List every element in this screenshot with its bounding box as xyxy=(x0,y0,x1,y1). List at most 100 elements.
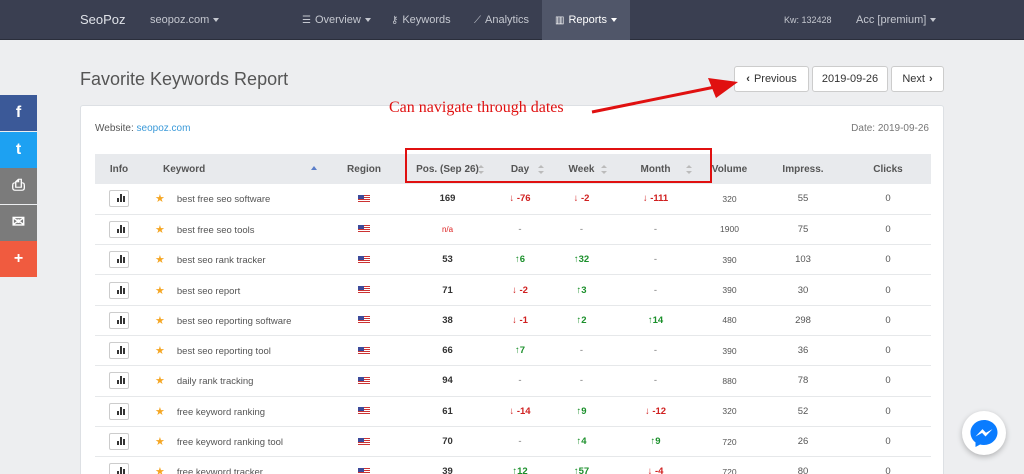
column-header[interactable]: Week xyxy=(550,154,613,184)
column-header[interactable]: Day xyxy=(490,154,550,184)
column-header[interactable]: Clicks xyxy=(845,154,931,184)
messenger-chat-button[interactable] xyxy=(962,411,1006,455)
clicks-cell: 0 xyxy=(845,274,931,306)
star-icon[interactable]: ★ xyxy=(155,345,165,357)
nav-reports[interactable]: ▥ Reports xyxy=(542,0,630,40)
star-icon[interactable]: ★ xyxy=(155,285,165,297)
star-icon[interactable]: ★ xyxy=(155,375,165,387)
us-flag-icon xyxy=(358,194,370,203)
chart-info-button[interactable] xyxy=(109,311,129,329)
star-icon[interactable]: ★ xyxy=(155,436,165,448)
website-link[interactable]: seopoz.com xyxy=(137,123,191,134)
chart-info-button[interactable] xyxy=(109,190,129,208)
print-share-button[interactable]: ⎙ xyxy=(0,168,37,204)
annotation-arrow-icon xyxy=(591,78,738,114)
star-icon[interactable]: ★ xyxy=(155,224,165,236)
chart-info-button[interactable] xyxy=(109,433,129,451)
table-row: ★ free keyword ranking tool 70 - ↑4 ↑9 720 26 0 xyxy=(95,426,931,458)
info-cell xyxy=(95,365,143,397)
keyword-count: Kw: 132428 xyxy=(784,15,832,25)
site-selector[interactable]: seopoz.com xyxy=(150,0,220,40)
info-cell xyxy=(95,426,143,458)
volume-cell: 320 xyxy=(698,396,761,427)
position-value: n/a xyxy=(441,224,454,234)
chart-info-button[interactable] xyxy=(109,281,129,299)
website-info: Website: seopoz.com xyxy=(95,123,191,134)
volume-cell: 720 xyxy=(698,456,761,474)
keyword-text: free keyword ranking xyxy=(176,406,266,418)
chart-info-button[interactable] xyxy=(109,402,129,420)
column-header[interactable]: Region xyxy=(323,154,405,184)
chart-info-button[interactable] xyxy=(109,463,129,474)
position-cell: 169 xyxy=(405,184,490,215)
star-icon[interactable]: ★ xyxy=(155,466,165,474)
facebook-share-button[interactable]: f xyxy=(0,95,37,131)
nav-keywords[interactable]: ⚷ Keywords xyxy=(391,0,451,40)
chart-info-button[interactable] xyxy=(109,251,129,269)
position-cell: 71 xyxy=(405,274,490,306)
month-change-value: - xyxy=(653,345,658,357)
week-change: - xyxy=(550,335,613,367)
keyword-text: free keyword ranking tool xyxy=(176,437,284,449)
impress-cell: 78 xyxy=(761,365,845,397)
table-row: ★ best seo reporting tool 66 ↑7 - - 390 36 0 xyxy=(95,335,931,367)
line-chart-icon: ⟋ xyxy=(474,15,481,26)
star-icon[interactable]: ★ xyxy=(155,315,165,327)
nav-analytics[interactable]: ⟋ Analytics xyxy=(474,0,529,40)
column-header[interactable]: Volume xyxy=(698,154,761,184)
us-flag-icon xyxy=(358,467,370,474)
column-header: Info xyxy=(95,154,143,184)
day-change-value: ↓ -1 xyxy=(512,314,528,326)
week-change: - xyxy=(550,214,613,246)
week-change-value: - xyxy=(579,345,584,357)
top-navbar: SeoPoz seopoz.com ☰ Overview ⚷ Keywords ⟋ A… xyxy=(0,0,1024,40)
position-value: 70 xyxy=(442,436,453,448)
column-header[interactable]: Pos. (Sep 26) xyxy=(405,154,490,184)
month-change-value: - xyxy=(653,223,658,235)
next-button[interactable]: Next › xyxy=(891,66,944,92)
brand-logo[interactable]: SeoPoz xyxy=(80,0,126,40)
position-cell: 39 xyxy=(405,456,490,474)
position-value: 53 xyxy=(442,254,453,266)
column-header[interactable]: Impress. xyxy=(761,154,845,184)
table-row: ★ free keyword tracker 39 ↑12 ↑57 ↓ -4 720 80 0 xyxy=(95,456,931,474)
email-share-button[interactable]: ✉ xyxy=(0,204,37,241)
position-cell: 70 xyxy=(405,426,490,458)
date-button[interactable]: 2019-09-26 xyxy=(812,66,888,92)
chevron-down-icon xyxy=(364,18,371,23)
week-change: ↑57 xyxy=(550,456,613,474)
chart-info-button[interactable] xyxy=(109,220,129,238)
impress-cell: 30 xyxy=(761,274,845,306)
star-icon[interactable]: ★ xyxy=(155,193,165,205)
column-header[interactable]: Keyword xyxy=(143,154,323,184)
email-icon: ✉ xyxy=(11,213,26,231)
keyword-text: daily rank tracking xyxy=(176,376,254,388)
chart-info-button[interactable] xyxy=(109,342,129,360)
day-change-value: ↓ -14 xyxy=(509,405,531,417)
share-plus-icon: + xyxy=(13,250,24,267)
star-icon[interactable]: ★ xyxy=(155,406,165,418)
sort-asc-icon xyxy=(311,166,317,170)
keyword-cell: ★ best seo rank tracker xyxy=(143,244,323,276)
bar-chart-icon: ▥ xyxy=(555,15,565,26)
impress-cell: 298 xyxy=(761,305,845,336)
week-change-value: ↑4 xyxy=(576,436,587,448)
facebook-icon: f xyxy=(15,104,22,121)
impress-cell: 55 xyxy=(761,184,845,215)
day-change-value: ↑7 xyxy=(514,345,526,357)
column-header[interactable]: Month xyxy=(613,154,698,184)
week-change-value: - xyxy=(579,375,584,387)
table-header-row: Info Keyword Region Pos. (Sep 26) Day Week Mon… xyxy=(95,154,931,184)
month-change: - xyxy=(613,335,698,367)
star-icon[interactable]: ★ xyxy=(155,254,165,266)
chart-info-button[interactable] xyxy=(109,372,129,390)
account-menu[interactable]: Acc [premium] xyxy=(856,0,937,40)
share-plus-share-button[interactable]: + xyxy=(0,241,37,277)
nav-overview[interactable]: ☰ Overview xyxy=(302,0,371,40)
impress-cell: 52 xyxy=(761,396,845,427)
clicks-cell: 0 xyxy=(845,184,931,215)
twitter-share-button[interactable]: t xyxy=(0,131,37,168)
keyword-text: best seo reporting software xyxy=(176,315,292,327)
keyword-cell: ★ best seo report xyxy=(143,274,323,306)
report-card: Website: seopoz.com Date: 2019-09-26 Inf… xyxy=(80,105,944,474)
